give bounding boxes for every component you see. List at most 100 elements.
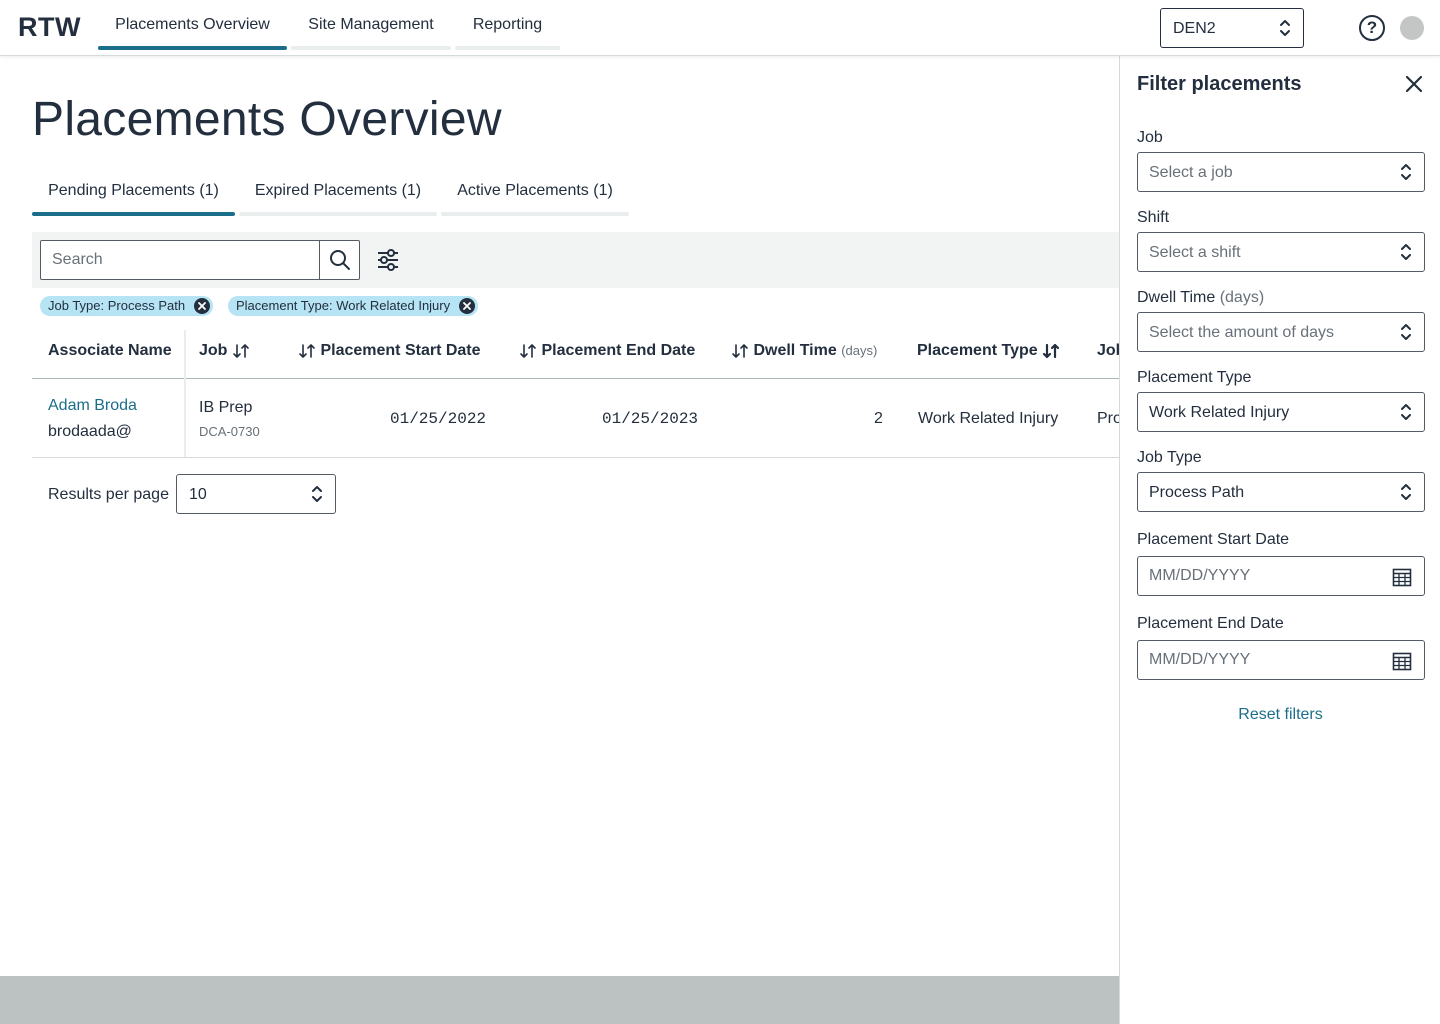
shift-filter-placeholder: Select a shift — [1149, 244, 1241, 261]
tab-label: Pending Placements (1) — [48, 182, 219, 199]
chevron-up-down-icon — [1401, 404, 1411, 420]
associate-login: brodaada@ — [48, 423, 132, 440]
tab-indicator — [239, 212, 437, 216]
job-code: DCA-0730 — [199, 424, 260, 439]
column-header-label: Placement Type — [917, 342, 1038, 359]
sticky-column-divider — [184, 330, 186, 458]
tab-label: Expired Placements (1) — [254, 182, 422, 199]
start-date-input[interactable] — [1138, 557, 1378, 595]
job-filter-label: Job — [1137, 129, 1163, 146]
dwell-filter-select[interactable]: Select the amount of days — [1137, 312, 1425, 352]
results-per-page-label: Results per page — [48, 486, 169, 503]
tab-active-placements[interactable]: Active Placements (1) — [441, 170, 629, 216]
chevron-up-down-icon — [1401, 484, 1411, 500]
tab-expired-placements[interactable]: Expired Placements (1) — [239, 170, 437, 216]
placement-type-filter-label: Placement Type — [1137, 369, 1252, 386]
nav-tab-label: Placements Overview — [115, 16, 270, 33]
tab-indicator — [291, 46, 451, 50]
filter-chip-job-type: Job Type: Process Path — [40, 296, 214, 316]
dwell-filter-label: Dwell Time (days) — [1137, 289, 1264, 307]
close-icon — [198, 302, 206, 310]
job-name: IB Prep — [199, 399, 253, 416]
column-header-placement-type[interactable]: Placement Type — [917, 342, 1060, 360]
tab-indicator — [455, 46, 560, 50]
active-tab-indicator — [98, 46, 287, 50]
start-date-field — [1137, 556, 1425, 596]
end-date-field — [1137, 640, 1425, 680]
tab-indicator — [441, 212, 629, 216]
table-toolbar — [32, 232, 1120, 288]
app-logo[interactable]: RTW — [18, 12, 81, 43]
site-selector[interactable]: DEN2 — [1160, 8, 1304, 48]
chip-label: Job Type: Process Path — [48, 298, 186, 313]
column-header-placement-end-date[interactable]: Placement End Date — [519, 342, 695, 360]
site-selector-value: DEN2 — [1173, 20, 1216, 37]
dwell-filter-label-text: Dwell Time — [1137, 289, 1216, 306]
column-header-job[interactable]: Job — [199, 342, 250, 360]
placement-end-date: 01/25/2023 — [602, 410, 699, 428]
remove-chip-button[interactable] — [194, 298, 211, 314]
help-icon[interactable]: ? — [1359, 15, 1385, 41]
placement-type: Work Related Injury — [918, 410, 1059, 427]
chip-label: Placement Type: Work Related Injury — [236, 298, 451, 313]
calendar-icon[interactable] — [1392, 651, 1412, 671]
job-filter-select[interactable]: Select a job — [1137, 152, 1425, 192]
table-header-divider — [32, 378, 1120, 379]
nav-tab-reporting[interactable]: Reporting — [455, 0, 560, 50]
dwell-filter-placeholder: Select the amount of days — [1149, 324, 1334, 341]
job-type-filter-label: Job Type — [1137, 449, 1202, 466]
filter-panel-title: Filter placements — [1137, 73, 1302, 95]
remove-chip-button[interactable] — [459, 298, 476, 314]
sort-icon — [1042, 343, 1060, 358]
sliders-icon — [378, 249, 398, 271]
active-tab-indicator — [32, 212, 235, 216]
chevron-up-down-icon — [1401, 164, 1411, 180]
column-header-associate-name[interactable]: Associate Name — [48, 342, 172, 360]
reset-filters-link[interactable]: Reset filters — [1120, 706, 1440, 724]
nav-tab-placements-overview[interactable]: Placements Overview — [98, 0, 287, 50]
job-type-filter-value: Process Path — [1149, 484, 1245, 501]
chevron-up-down-icon — [312, 486, 322, 502]
nav-tab-label: Reporting — [472, 16, 543, 33]
chevron-up-down-icon — [1280, 20, 1290, 36]
search-button[interactable] — [319, 241, 359, 279]
row-divider — [32, 457, 1120, 458]
placement-type-filter-value: Work Related Injury — [1149, 404, 1290, 421]
dwell-filter-unit: (days) — [1219, 289, 1265, 306]
avatar[interactable] — [1400, 16, 1424, 40]
column-header-placement-start-date[interactable]: Placement Start Date — [298, 342, 481, 360]
start-date-filter-label: Placement Start Date — [1137, 531, 1290, 548]
column-header-unit: (days) — [841, 343, 878, 358]
shift-filter-select[interactable]: Select a shift — [1137, 232, 1425, 272]
column-header-dwell-time[interactable]: Dwell Time (days) — [731, 342, 877, 360]
filter-panel: Filter placements Job Select a job Shift… — [1119, 56, 1440, 1024]
footer-band — [0, 976, 1120, 1024]
search-input[interactable] — [41, 241, 321, 279]
close-icon[interactable] — [1404, 74, 1424, 94]
column-header-label: Job — [199, 342, 228, 359]
column-header-label: Placement End Date — [541, 342, 696, 359]
job-filter-placeholder: Select a job — [1149, 164, 1233, 181]
shift-filter-label: Shift — [1137, 209, 1170, 226]
dwell-time: 2 — [874, 410, 883, 427]
column-header-label: Dwell Time — [753, 342, 837, 359]
column-header-job-type[interactable]: Job — [1097, 342, 1119, 360]
tab-label: Active Placements (1) — [457, 182, 613, 199]
job-type-filter-select[interactable]: Process Path — [1137, 472, 1425, 512]
results-per-page-select[interactable]: 10 — [176, 474, 336, 514]
placement-type-filter-select[interactable]: Work Related Injury — [1137, 392, 1425, 432]
search-icon — [329, 250, 350, 270]
filter-chip-placement-type: Placement Type: Work Related Injury — [228, 296, 479, 316]
associate-name-link[interactable]: Adam Broda — [48, 397, 137, 415]
results-per-page-value: 10 — [189, 486, 207, 503]
nav-tab-site-management[interactable]: Site Management — [291, 0, 451, 50]
sort-icon — [732, 343, 748, 358]
filter-toggle-button[interactable] — [374, 246, 402, 274]
job-type: Pro — [1097, 410, 1119, 427]
end-date-input[interactable] — [1138, 641, 1378, 679]
column-header-label: Associate Name — [48, 342, 172, 359]
nav-tab-label: Site Management — [308, 16, 434, 33]
tab-pending-placements[interactable]: Pending Placements (1) — [32, 170, 235, 216]
top-navigation: RTW Placements Overview Site Management … — [0, 0, 1440, 56]
calendar-icon[interactable] — [1392, 567, 1412, 587]
